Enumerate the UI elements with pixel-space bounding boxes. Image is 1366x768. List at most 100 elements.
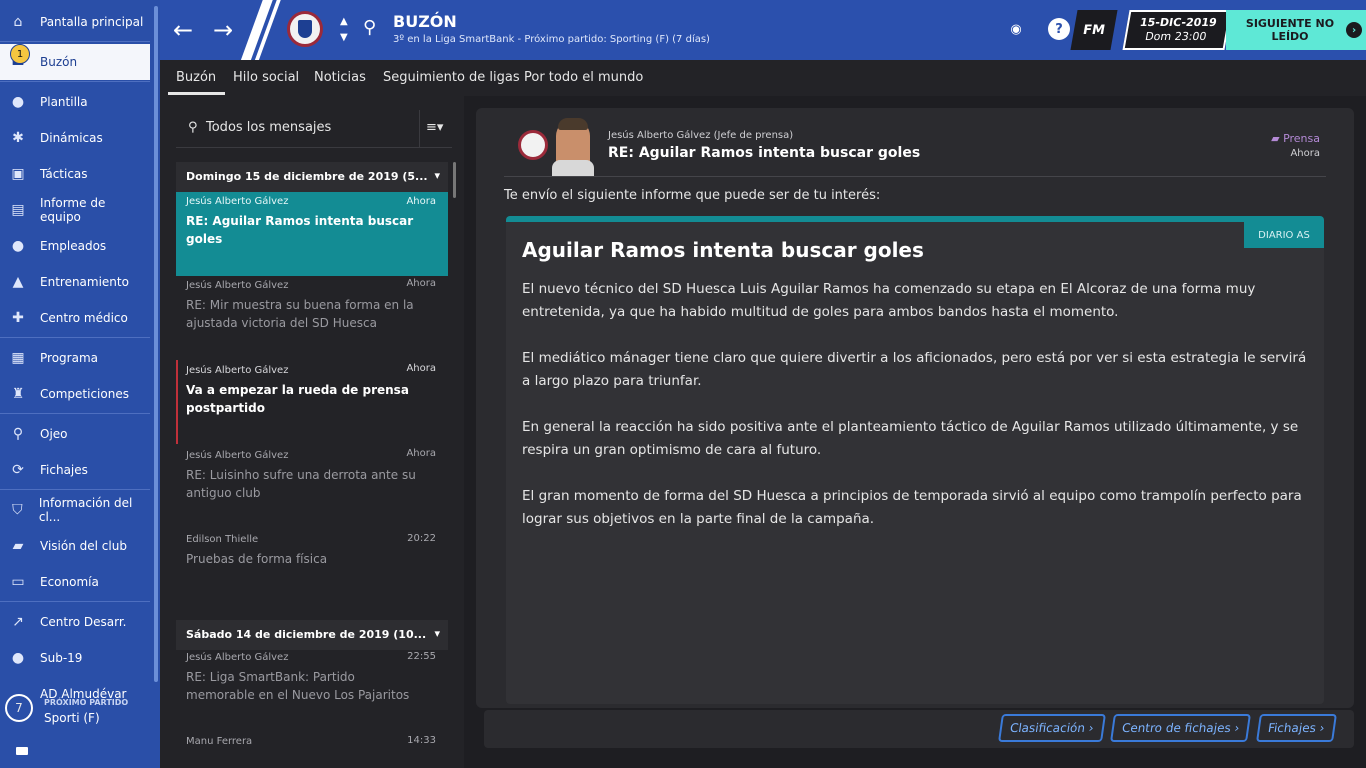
next-match-label: PRÓXIMO PARTIDO <box>44 698 129 707</box>
message-time: 20:22 <box>407 533 436 544</box>
training-icon: ▲ <box>12 274 24 290</box>
finance-icon: ▭ <box>11 574 25 590</box>
nav-tacticas[interactable]: ▣ Tácticas <box>0 156 150 192</box>
message-item[interactable]: Manu Ferrera 14:33 <box>176 732 448 768</box>
centro-fichajes-button[interactable]: Centro de fichajes › <box>1110 714 1252 742</box>
sort-menu-icon[interactable]: ≡▾ <box>426 120 443 135</box>
active-tab-indicator <box>168 92 225 95</box>
message-time: Ahora <box>406 278 436 289</box>
message-sender: Jesús Alberto Gálvez <box>186 365 289 376</box>
game-date[interactable]: 15-DIC-2019 Dom 23:00 <box>1122 10 1232 50</box>
filter-divider <box>419 110 420 148</box>
message-sender: Jesús Alberto Gálvez <box>186 450 289 461</box>
message-item[interactable]: Jesús Alberto Gálvez Ahora Va a empezar … <box>176 360 448 446</box>
nav-label: Sub-19 <box>40 651 83 665</box>
message-time: Ahora <box>406 448 436 459</box>
tab-noticias[interactable]: Noticias <box>314 70 366 85</box>
club-crest[interactable] <box>287 11 323 47</box>
trophy-icon: ♜ <box>11 386 25 402</box>
nav-divider <box>0 413 150 414</box>
nav-label: Empleados <box>40 239 107 253</box>
top-header: ← → ▲ ▼ ⚲ BUZÓN 3º en la Liga SmartBank … <box>160 0 1366 60</box>
message-subject: RE: Luisinho sufre una derrota ante su a… <box>186 468 416 500</box>
home-icon: ⌂ <box>13 14 23 30</box>
nav-label: Informe de equipo <box>40 196 106 224</box>
message-filter[interactable]: ⚲ Todos los mensajes ≡▾ <box>176 110 452 148</box>
tab-hilo-social[interactable]: Hilo social <box>233 70 299 85</box>
globe-icon[interactable]: ◉ <box>1005 18 1027 40</box>
date-group-header[interactable]: Domingo 15 de diciembre de 2019 (5... ▾ <box>176 162 448 192</box>
category-label: ▰ Prensa <box>1271 132 1320 145</box>
message-subject: Pruebas de forma física <box>186 552 328 566</box>
continue-button[interactable]: SIGUIENTE NO LEÍDO › <box>1226 10 1366 50</box>
nav-dinamicas[interactable]: ✱ Dinámicas <box>0 120 150 156</box>
message-item[interactable]: Jesús Alberto Gálvez Ahora RE: Luisinho … <box>176 446 448 530</box>
nav-label: Plantilla <box>40 95 88 109</box>
list-scrollbar[interactable] <box>453 162 456 198</box>
nav-informe-equipo[interactable]: ▤ Informe de equipo <box>0 192 150 228</box>
message-item[interactable]: Jesús Alberto Gálvez 22:55 RE: Liga Smar… <box>176 650 448 734</box>
nav-sub19[interactable]: ● Sub-19 <box>0 640 150 676</box>
chevron-down-icon: ▾ <box>434 627 440 640</box>
staff-icon: ● <box>11 238 25 254</box>
clasificacion-button[interactable]: Clasificación › <box>998 714 1106 742</box>
chevron-down-icon: ▾ <box>434 169 440 182</box>
days-to-match: 7 <box>5 694 33 722</box>
next-match-widget[interactable]: AD Almudévar 7 PRÓXIMO PARTIDO Sporti (F… <box>0 687 150 740</box>
article-paragraph: En general la reacción ha sido positiva … <box>522 419 1299 458</box>
tab-por-todo-el-mundo[interactable]: Por todo el mundo <box>524 70 643 85</box>
message-sender: Jesús Alberto Gálvez <box>186 196 289 207</box>
nav-vision-club[interactable]: ▰ Visión del club <box>0 528 150 564</box>
nav-centro-medico[interactable]: ✚ Centro médico <box>0 300 150 336</box>
news-article: DIARIO AS Aguilar Ramos intenta buscar g… <box>506 216 1324 704</box>
back-arrow-icon[interactable]: ← <box>173 16 193 44</box>
message-sender: Jesús Alberto Gálvez <box>186 652 289 663</box>
message-item[interactable]: Jesús Alberto Gálvez Ahora RE: Aguilar R… <box>176 192 448 276</box>
nav-label: Entrenamiento <box>40 275 129 289</box>
nav-label: Tácticas <box>40 167 88 181</box>
time-text: Dom 23:00 <box>1144 30 1208 43</box>
nav-divider <box>0 601 150 602</box>
tab-seguimiento-ligas[interactable]: Seguimiento de ligas <box>383 70 520 85</box>
header-stripe <box>233 0 277 60</box>
message-title: RE: Aguilar Ramos intenta buscar goles <box>608 145 921 161</box>
nav-info-club[interactable]: ⛉ Información del cl... <box>0 492 150 528</box>
reading-pane: Jesús Alberto Gálvez (Jefe de prensa) RE… <box>476 108 1354 708</box>
message-time: 14:33 <box>407 735 436 746</box>
nav-label: Ojeo <box>40 427 68 441</box>
nav-label: Pantalla principal <box>40 15 144 29</box>
sidebar-scrollbar[interactable] <box>154 6 158 682</box>
message-item[interactable]: Edilson Thielle 20:22 Pruebas de forma f… <box>176 530 448 600</box>
chevron-down-icon[interactable]: ▼ <box>340 32 348 43</box>
nav-ojeo[interactable]: ⚲ Ojeo <box>0 416 150 452</box>
nav-programa[interactable]: ▦ Programa <box>0 340 150 376</box>
nav-pantalla-principal[interactable]: ⌂ Pantalla principal <box>0 4 150 40</box>
next-match-opponent: Sporti (F) <box>44 711 100 725</box>
nav-competiciones[interactable]: ♜ Competiciones <box>0 376 150 412</box>
sidebar: ⌂Pantalla principal ▬Buzón 1 ●Plantilla … <box>0 0 160 768</box>
nav-label: Visión del club <box>40 539 127 553</box>
page-subtitle: 3º en la Liga SmartBank - Próximo partid… <box>393 34 710 45</box>
chevron-up-icon[interactable]: ▲ <box>340 16 348 27</box>
search-icon[interactable]: ⚲ <box>363 17 376 38</box>
sender-name[interactable]: Jesús Alberto Gálvez (Jefe de prensa) <box>608 130 793 141</box>
nav-label: Información del cl... <box>38 496 133 524</box>
nav-economia[interactable]: ▭ Economía <box>0 564 150 600</box>
group-label: Sábado 14 de diciembre de 2019 (10... <box>186 628 427 641</box>
scouting-icon: ⚲ <box>12 426 24 442</box>
sender-avatar[interactable] <box>552 118 594 176</box>
forward-arrow-icon[interactable]: → <box>213 16 233 44</box>
nav-label: Programa <box>40 351 98 365</box>
nav-fichajes[interactable]: ⟳ Fichajes <box>0 452 150 488</box>
nav-centro-desarr[interactable]: ↗ Centro Desarr. <box>0 604 150 640</box>
message-item[interactable]: Jesús Alberto Gálvez Ahora RE: Mir muest… <box>176 276 448 360</box>
nav-plantilla[interactable]: ● Plantilla <box>0 84 150 120</box>
fichajes-button[interactable]: Fichajes › <box>1256 714 1337 742</box>
help-icon[interactable]: ? <box>1048 18 1070 40</box>
nav-empleados[interactable]: ● Empleados <box>0 228 150 264</box>
tab-buzon[interactable]: Buzón <box>176 70 216 85</box>
date-group-header[interactable]: Sábado 14 de diciembre de 2019 (10... ▾ <box>176 620 448 650</box>
u19-icon: ● <box>11 650 25 666</box>
nav-entrenamiento[interactable]: ▲ Entrenamiento <box>0 264 150 300</box>
fm-menu-button[interactable]: FM <box>1070 10 1118 50</box>
